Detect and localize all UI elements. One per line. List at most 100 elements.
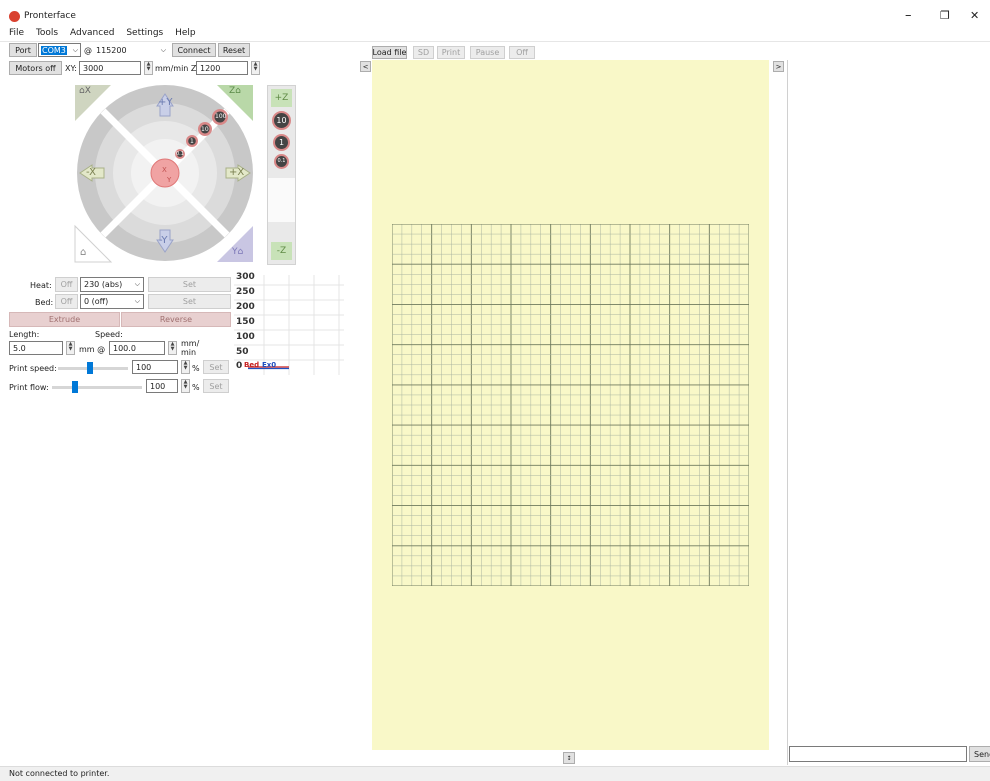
jog-minus-x-label[interactable]: -X bbox=[86, 167, 96, 178]
heat-set-button[interactable]: Set bbox=[148, 277, 231, 292]
temp-tick-250: 250 bbox=[236, 287, 255, 297]
connect-button[interactable]: Connect bbox=[172, 43, 216, 57]
collapse-left-button[interactable]: < bbox=[360, 61, 371, 72]
jog-minus-y-label[interactable]: -Y bbox=[159, 235, 168, 246]
print-speed-set-button[interactable]: Set bbox=[203, 360, 229, 374]
reverse-button[interactable]: Reverse bbox=[121, 312, 231, 327]
print-speed-spinner[interactable]: ▲ ▼ bbox=[181, 360, 190, 374]
z-up-arrow-icon[interactable]: +Z bbox=[271, 89, 292, 107]
close-button[interactable]: ✕ bbox=[970, 9, 979, 22]
minimize-button[interactable]: – bbox=[905, 8, 912, 23]
temp-tick-100: 100 bbox=[236, 332, 255, 342]
heat-temp-value: 230 (abs) bbox=[84, 280, 123, 289]
reset-button[interactable]: Reset bbox=[218, 43, 250, 57]
mm-min-label-1: mm/ bbox=[181, 339, 200, 348]
heat-temp-select[interactable]: 230 (abs) ⌵ bbox=[80, 277, 144, 292]
z-step-10[interactable]: 10 bbox=[272, 111, 291, 130]
bed-label: Bed: bbox=[35, 298, 54, 307]
speed-label: Speed: bbox=[95, 330, 123, 339]
length-spinner[interactable]: ▲ ▼ bbox=[66, 341, 75, 355]
home-y-button[interactable]: Y⌂ bbox=[232, 247, 243, 257]
bed-temp-value: 0 (off) bbox=[84, 297, 109, 306]
print-speed-slider[interactable] bbox=[58, 362, 128, 374]
collapse-right-button[interactable]: > bbox=[773, 61, 784, 72]
at-label: @ bbox=[84, 46, 92, 55]
menu-tools[interactable]: Tools bbox=[36, 28, 58, 38]
sd-button[interactable]: SD bbox=[413, 46, 434, 59]
z-step-0.1[interactable]: 0.1 bbox=[274, 154, 289, 169]
jog-step-0.1-label[interactable]: 0.1 bbox=[176, 151, 184, 157]
home-z-label: Z bbox=[229, 86, 236, 96]
baud-select[interactable]: 115200 ⌵ bbox=[92, 43, 170, 57]
z-down-arrow-icon[interactable]: -Z bbox=[271, 242, 292, 260]
home-x-button[interactable]: ⌂X bbox=[79, 86, 91, 96]
bed-set-button[interactable]: Set bbox=[148, 294, 231, 309]
menu-file[interactable]: File bbox=[9, 28, 24, 38]
print-flow-pct: % bbox=[192, 383, 200, 392]
temperature-graph: 300 250 200 150 100 50 0 Bed Ex0 bbox=[234, 272, 344, 375]
home-z-button[interactable]: Z⌂ bbox=[229, 86, 241, 96]
print-speed-input[interactable]: 100 bbox=[132, 360, 178, 374]
jog-step-10-label[interactable]: 10 bbox=[201, 126, 209, 133]
length-input[interactable]: 5.0 bbox=[9, 341, 63, 355]
z-step-1[interactable]: 1 bbox=[273, 134, 290, 151]
port-button[interactable]: Port bbox=[9, 43, 37, 57]
window-title: Pronterface bbox=[24, 11, 76, 21]
print-flow-thumb[interactable] bbox=[71, 381, 78, 393]
z-feedrate-value: 1200 bbox=[200, 63, 221, 73]
print-flow-label: Print flow: bbox=[9, 383, 49, 392]
print-flow-set-button[interactable]: Set bbox=[203, 379, 229, 393]
z-jog-control[interactable]: +Z 10 1 0.1 -Z bbox=[267, 85, 296, 265]
print-button[interactable]: Print bbox=[437, 46, 465, 59]
extrude-speed-spinner[interactable]: ▲ ▼ bbox=[168, 341, 177, 355]
menu-advanced[interactable]: Advanced bbox=[70, 28, 114, 38]
xy-feedrate-spinner[interactable]: ▲ ▼ bbox=[144, 61, 153, 75]
collapse-bottom-button[interactable]: ↕ bbox=[563, 752, 575, 764]
z-feedrate-input[interactable]: 1200 bbox=[196, 61, 248, 75]
menu-settings[interactable]: Settings bbox=[126, 28, 163, 38]
baud-value: 115200 bbox=[96, 45, 127, 55]
home-all-button[interactable]: ⌂ bbox=[80, 247, 86, 258]
port-select[interactable]: COM3 ⌵ bbox=[38, 43, 81, 57]
maximize-button[interactable]: ❐ bbox=[940, 9, 950, 22]
heat-label: Heat: bbox=[30, 281, 52, 290]
chevron-down-icon: ⌵ bbox=[160, 45, 166, 54]
home-x-label: X bbox=[84, 86, 91, 96]
menu-help[interactable]: Help bbox=[175, 28, 196, 38]
bed-off-button[interactable]: Off bbox=[55, 294, 78, 309]
temp-tick-200: 200 bbox=[236, 302, 255, 312]
console-log[interactable] bbox=[789, 60, 989, 745]
send-button[interactable]: Send bbox=[969, 746, 990, 762]
jog-step-100-label[interactable]: 100 bbox=[215, 113, 226, 120]
pause-button[interactable]: Pause bbox=[470, 46, 505, 59]
status-text: Not connected to printer. bbox=[9, 769, 110, 778]
extrude-button[interactable]: Extrude bbox=[9, 312, 120, 327]
jog-plus-y-label[interactable]: +Y bbox=[158, 97, 173, 108]
jog-plus-x-label[interactable]: +X bbox=[229, 167, 244, 178]
xy-feedrate-input[interactable]: 3000 bbox=[79, 61, 141, 75]
status-bar: Not connected to printer. bbox=[0, 766, 990, 781]
z-feedrate-spinner[interactable]: ▲ ▼ bbox=[251, 61, 260, 75]
bed-temp-select[interactable]: 0 (off) ⌵ bbox=[80, 294, 144, 309]
chevron-down-icon: ⌵ bbox=[72, 45, 78, 54]
print-speed-thumb[interactable] bbox=[86, 362, 93, 374]
print-speed-label: Print speed: bbox=[9, 364, 57, 373]
print-flow-slider[interactable] bbox=[52, 381, 142, 393]
center-y-label: Y bbox=[167, 176, 172, 184]
extrude-speed-input[interactable]: 100.0 bbox=[109, 341, 165, 355]
build-plate-view[interactable] bbox=[372, 60, 769, 750]
print-flow-input[interactable]: 100 bbox=[146, 379, 178, 393]
print-flow-spinner[interactable]: ▲ ▼ bbox=[181, 379, 190, 393]
load-file-button[interactable]: Load file bbox=[372, 46, 407, 59]
home-y-label: Y bbox=[232, 247, 238, 257]
print-flow-value: 100 bbox=[150, 381, 166, 391]
off-button[interactable]: Off bbox=[509, 46, 535, 59]
command-input[interactable] bbox=[789, 746, 967, 762]
heat-off-button[interactable]: Off bbox=[55, 277, 78, 292]
motors-off-button[interactable]: Motors off bbox=[9, 61, 62, 75]
mm-min-z-label: mm/min Z: bbox=[155, 64, 200, 73]
console-divider bbox=[787, 60, 788, 765]
extrude-speed-value: 100.0 bbox=[113, 343, 136, 353]
jog-step-1-label[interactable]: 1 bbox=[190, 138, 194, 145]
print-speed-pct: % bbox=[192, 364, 200, 373]
